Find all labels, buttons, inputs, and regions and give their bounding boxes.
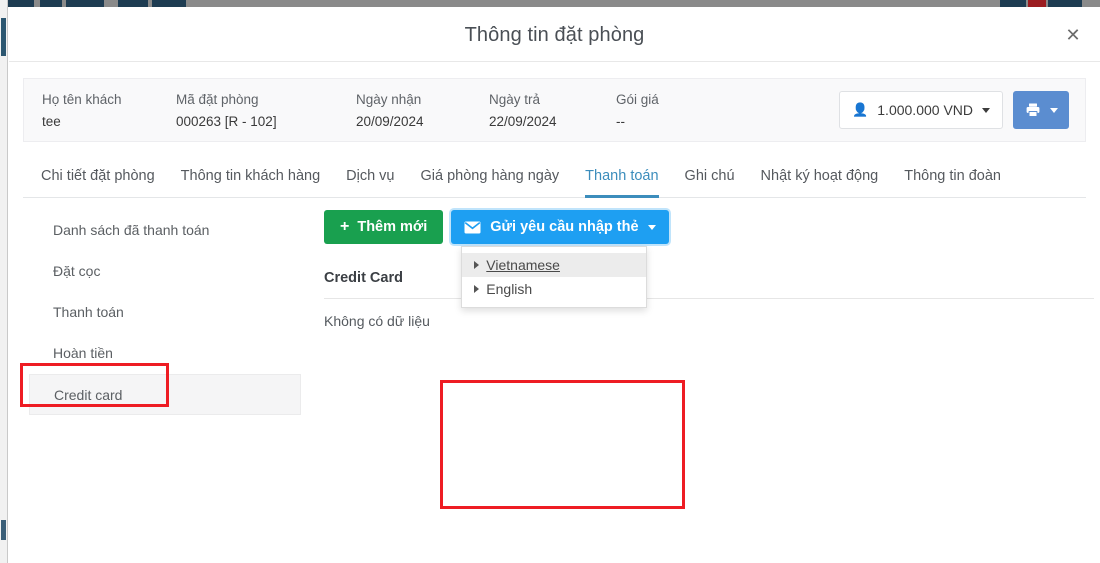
send-card-request-label: Gửi yêu cầu nhập thẻ: [490, 219, 639, 235]
chrome-tab-fragment: [1048, 0, 1082, 7]
booking-summary-bar: Họ tên khách tee Mã đặt phòng 000263 [R …: [23, 78, 1086, 142]
tab-payment[interactable]: Thanh toán: [585, 168, 659, 198]
field-label: Gói giá: [616, 92, 659, 107]
close-icon[interactable]: ✕: [1062, 25, 1084, 47]
dropdown-item-label: English: [486, 281, 533, 297]
tab-activity-log[interactable]: Nhật ký hoạt động: [761, 168, 879, 198]
payment-tab-content: Danh sách đã thanh toán Đặt cọc Thanh to…: [23, 198, 1094, 548]
field-label: Ngày nhận: [356, 92, 422, 107]
chevron-down-icon: [982, 107, 990, 113]
side-item-deposit[interactable]: Đặt cọc: [29, 251, 301, 292]
chrome-red-fragment: [1028, 0, 1046, 7]
add-new-button[interactable]: + Thêm mới: [324, 210, 444, 244]
send-card-request-button[interactable]: Gửi yêu cầu nhập thẻ: [451, 210, 669, 244]
chrome-tab-fragment: [152, 0, 186, 7]
annotation-box-send-card-request: [440, 380, 685, 509]
tab-group-info[interactable]: Thông tin đoàn: [904, 168, 1001, 198]
chrome-tab-fragment: [8, 0, 34, 7]
plus-icon: +: [340, 218, 350, 235]
chrome-tab-fragment: [118, 0, 148, 7]
printer-icon: [1025, 102, 1041, 118]
tab-notes[interactable]: Ghi chú: [685, 168, 735, 198]
chrome-tab-fragment: [40, 0, 62, 7]
credit-card-panel: + Thêm mới Gửi yêu cầu nhập thẻ Vietname…: [324, 210, 1094, 329]
action-button-row: + Thêm mới Gửi yêu cầu nhập thẻ Vietname…: [324, 210, 1086, 308]
envelope-icon: [464, 221, 481, 234]
tab-booking-details[interactable]: Chi tiết đặt phòng: [41, 168, 155, 198]
field-label: Mã đặt phòng: [176, 92, 259, 107]
triangle-right-icon: [474, 285, 480, 293]
credit-card-section-title: Credit Card: [324, 270, 1094, 299]
triangle-right-icon: [474, 261, 480, 269]
empty-state-text: Không có dữ liệu: [324, 313, 430, 329]
person-icon: 👤: [852, 102, 869, 117]
summary-field-checkin-date: Ngày nhận 20/09/2024: [356, 92, 489, 129]
language-dropdown-menu: Vietnamese English: [461, 246, 648, 308]
side-item-refund[interactable]: Hoàn tiền: [29, 333, 301, 374]
add-new-label: Thêm mới: [357, 219, 428, 235]
chrome-tab-fragment: [1000, 0, 1026, 7]
scrollbar-thumb-lower[interactable]: [1, 520, 6, 540]
chevron-down-icon: [647, 224, 656, 230]
field-label: Họ tên khách: [42, 92, 122, 107]
price-label: 1.000.000 VND: [877, 102, 973, 118]
field-value: 000263 [R - 102]: [176, 114, 277, 129]
payment-side-menu: Danh sách đã thanh toán Đặt cọc Thanh to…: [29, 210, 301, 415]
price-dropdown-button[interactable]: 👤 1.000.000 VND: [839, 91, 1003, 129]
side-item-paid-list[interactable]: Danh sách đã thanh toán: [29, 210, 301, 251]
dropdown-item-vietnamese[interactable]: Vietnamese: [462, 253, 647, 277]
browser-chrome-strip: [0, 0, 1100, 7]
summary-field-checkout-date: Ngày trả 22/09/2024: [489, 92, 616, 129]
summary-field-booking-code: Mã đặt phòng 000263 [R - 102]: [176, 92, 356, 129]
page-scrollbar[interactable]: [0, 0, 8, 563]
field-value: --: [616, 114, 625, 129]
scrollbar-thumb[interactable]: [1, 18, 6, 56]
dropdown-item-english[interactable]: English: [462, 277, 646, 301]
tab-services[interactable]: Dịch vụ: [346, 168, 394, 198]
tab-daily-room-rate[interactable]: Giá phòng hàng ngày: [421, 168, 560, 198]
dropdown-item-label: Vietnamese: [486, 257, 560, 273]
field-value: 20/09/2024: [356, 114, 424, 129]
field-value: tee: [42, 114, 61, 129]
modal-header: Thông tin đặt phòng ✕: [9, 7, 1100, 62]
print-dropdown-button[interactable]: [1013, 91, 1069, 129]
booking-info-modal: Thông tin đặt phòng ✕ Họ tên khách tee M…: [9, 7, 1100, 563]
side-item-payment[interactable]: Thanh toán: [29, 292, 301, 333]
tab-guest-info[interactable]: Thông tin khách hàng: [181, 168, 320, 198]
send-card-request-wrapper: Gửi yêu cầu nhập thẻ Vietnamese English: [451, 210, 669, 308]
field-value: 22/09/2024: [489, 114, 557, 129]
side-item-credit-card[interactable]: Credit card: [29, 374, 301, 415]
summary-field-guest-name: Họ tên khách tee: [42, 92, 176, 129]
tab-bar: Chi tiết đặt phòng Thông tin khách hàng …: [23, 158, 1086, 198]
summary-actions: 👤 1.000.000 VND: [839, 91, 1069, 129]
booking-summary-fields: Họ tên khách tee Mã đặt phòng 000263 [R …: [42, 92, 659, 129]
field-label: Ngày trả: [489, 92, 541, 107]
page-title: Thông tin đặt phòng: [464, 24, 645, 46]
chevron-down-icon: [1049, 107, 1058, 113]
summary-field-rate-package: Gói giá --: [616, 92, 659, 129]
chrome-tab-fragment: [66, 0, 104, 7]
